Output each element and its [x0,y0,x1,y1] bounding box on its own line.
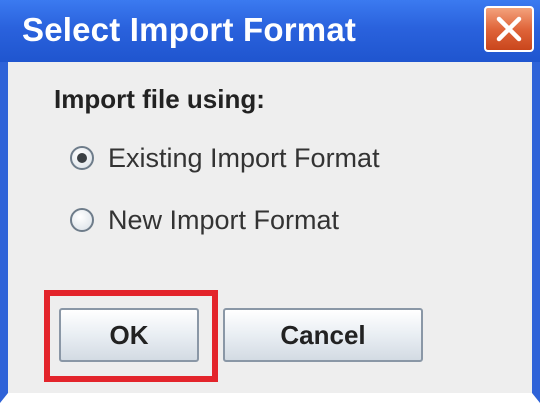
cancel-button[interactable]: Cancel [223,308,423,362]
radio-new-import-format[interactable]: New Import Format [70,200,339,240]
radio-existing-import-format[interactable]: Existing Import Format [70,138,380,178]
close-button[interactable] [484,6,534,52]
radio-label-new[interactable]: New Import Format [108,205,339,236]
ok-highlight-box [44,290,218,382]
radio-button-selected[interactable] [70,146,94,170]
close-icon [496,16,522,42]
radio-dot [77,153,87,163]
dialog-title: Select Import Format [22,11,357,48]
select-import-format-dialog: Select Import Format Import file using: … [0,0,540,403]
radio-label-existing[interactable]: Existing Import Format [108,143,380,174]
title-bar[interactable]: Select Import Format [0,0,540,62]
import-file-using-label: Import file using: [54,84,265,114]
radio-button-unselected[interactable] [70,208,94,232]
